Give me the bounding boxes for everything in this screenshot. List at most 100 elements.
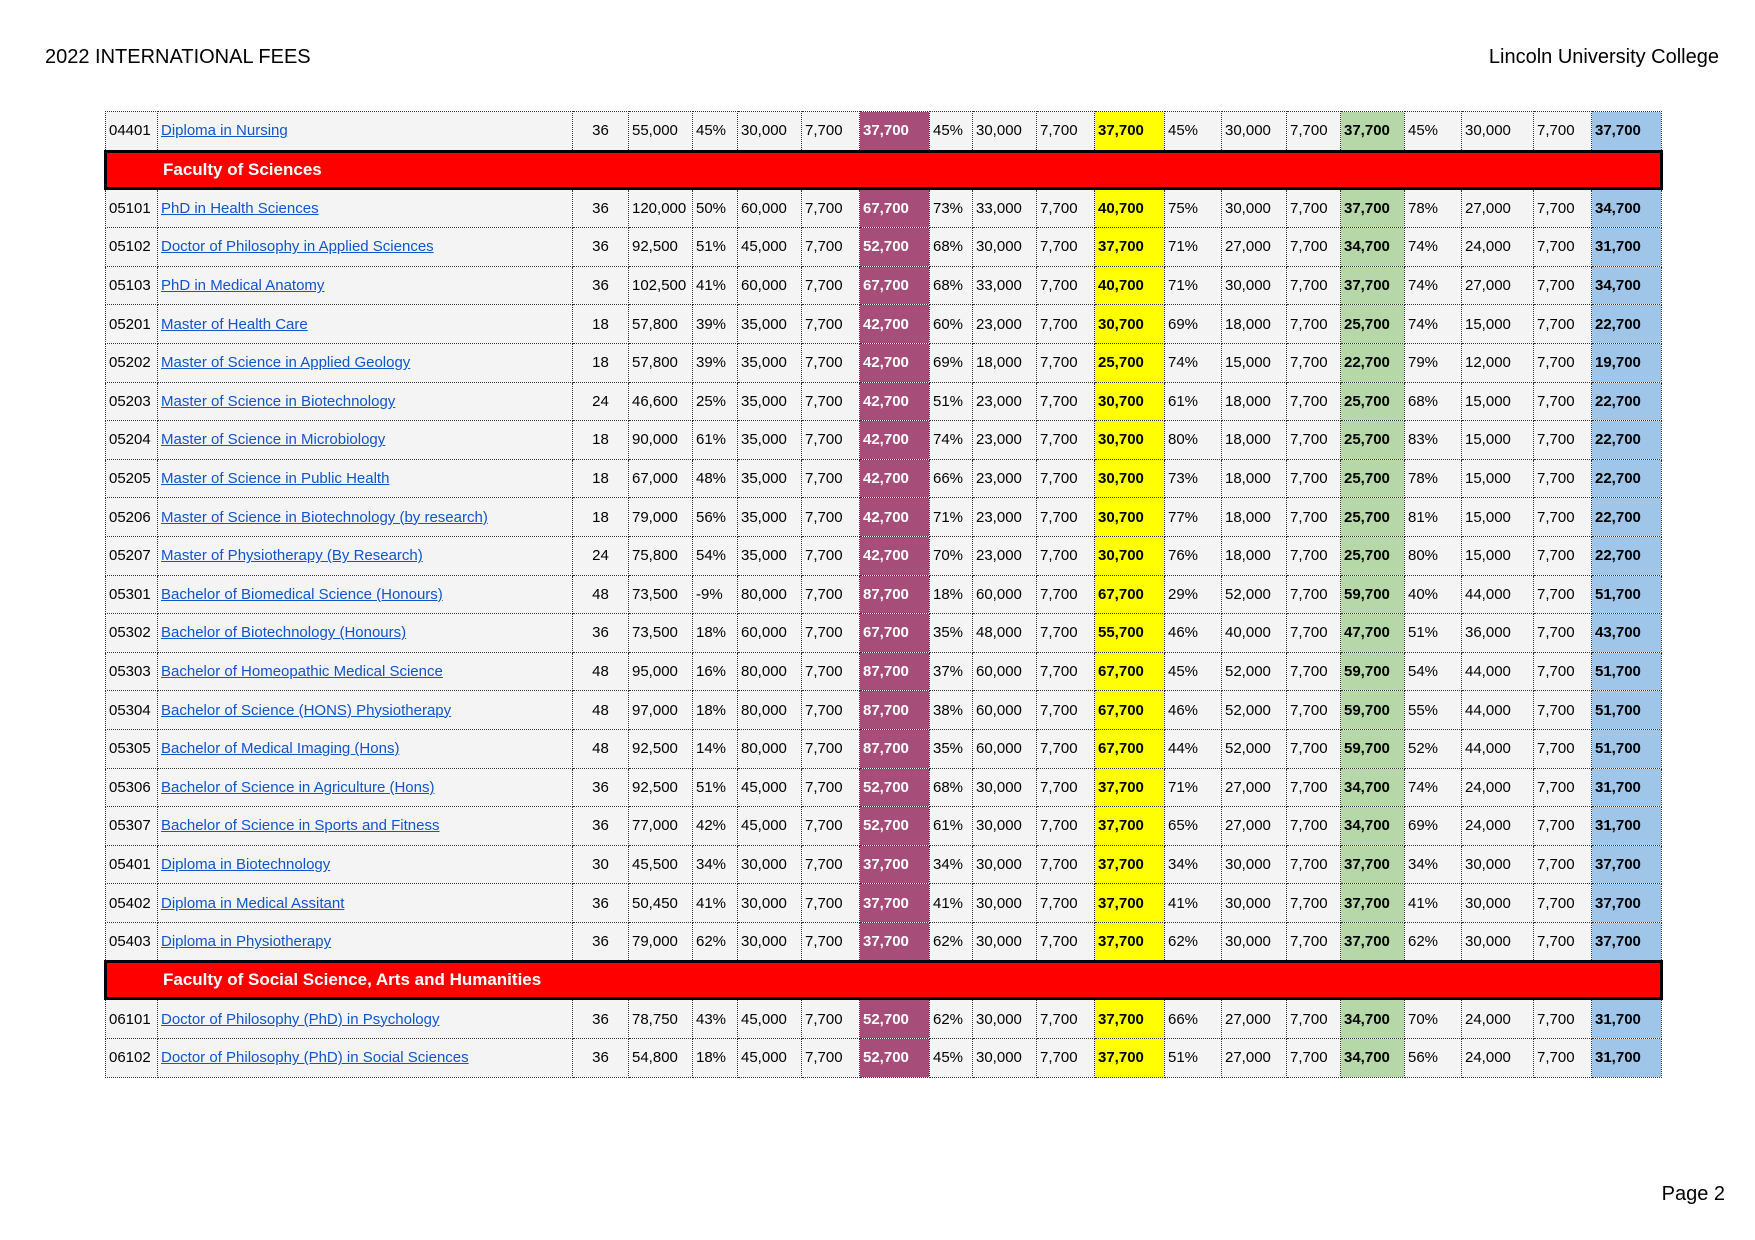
program-code: 05307 [105, 806, 158, 846]
fixed-fee-bachelor: 7,700 [1036, 728, 1095, 769]
fixed-fee-diploma: 7,700 [801, 458, 860, 499]
total-master: 25,700 [1340, 458, 1405, 499]
program-link[interactable]: Master of Science in Biotechnology [161, 393, 395, 410]
discount-diploma: 43% [692, 998, 738, 1040]
discount-bachelor: 74% [929, 420, 973, 460]
discount-master: 66% [1164, 998, 1222, 1040]
program-code: 05202 [105, 342, 158, 383]
duration: 36 [572, 806, 629, 846]
tuition-bachelor: 33,000 [972, 187, 1037, 229]
total-phd: 51,700 [1591, 728, 1662, 769]
program-link[interactable]: Master of Science in Public Health [161, 470, 389, 487]
discount-diploma: 61% [692, 420, 738, 460]
fixed-fee-bachelor: 7,700 [1036, 111, 1095, 152]
program-name: Master of Science in Biotechnology [157, 381, 573, 422]
fixed-fee-phd: 7,700 [1533, 651, 1592, 692]
program-link[interactable]: Diploma in Nursing [161, 122, 288, 139]
table-row: 05301 Bachelor of Biomedical Science (Hon… [105, 574, 1662, 615]
total-bachelor: 30,700 [1094, 381, 1165, 422]
original-fee: 79,000 [628, 497, 693, 537]
tuition-bachelor: 30,000 [972, 844, 1037, 885]
discount-phd: 70% [1404, 998, 1462, 1040]
original-fee: 90,000 [628, 420, 693, 460]
fixed-fee-bachelor: 7,700 [1036, 535, 1095, 576]
discount-bachelor: 66% [929, 458, 973, 499]
tuition-phd: 44,000 [1461, 651, 1534, 692]
program-link[interactable]: Doctor of Philosophy (PhD) in Psychology [161, 1011, 439, 1028]
tuition-phd: 15,000 [1461, 304, 1534, 344]
program-name: PhD in Medical Anatomy [157, 265, 573, 306]
tuition-diploma: 35,000 [737, 304, 802, 344]
program-link[interactable]: Bachelor of Science in Sports and Fitnes… [161, 817, 439, 834]
program-link[interactable]: Master of Science in Biotechnology (by r… [161, 509, 488, 526]
fixed-fee-master: 7,700 [1286, 535, 1341, 576]
program-link[interactable]: Bachelor of Homeopathic Medical Science [161, 663, 443, 680]
tuition-bachelor: 23,000 [972, 535, 1037, 576]
total-diploma: 37,700 [859, 921, 930, 963]
discount-master: 69% [1164, 304, 1222, 344]
discount-master: 34% [1164, 844, 1222, 885]
discount-bachelor: 68% [929, 265, 973, 306]
program-name: Bachelor of Science (HONS) Physiotherapy [157, 690, 573, 730]
program-code: 05204 [105, 420, 158, 460]
fixed-fee-diploma: 7,700 [801, 767, 860, 808]
discount-diploma: 14% [692, 728, 738, 769]
tuition-diploma: 45,000 [737, 806, 802, 846]
program-name: Bachelor of Medical Imaging (Hons) [157, 728, 573, 769]
total-bachelor: 40,700 [1094, 265, 1165, 306]
fixed-fee-bachelor: 7,700 [1036, 342, 1095, 383]
tuition-master: 18,000 [1221, 535, 1287, 576]
discount-bachelor: 70% [929, 535, 973, 576]
program-code: 05102 [105, 227, 158, 267]
program-link[interactable]: Bachelor of Biotechnology (Honours) [161, 624, 406, 641]
discount-diploma: 16% [692, 651, 738, 692]
program-link[interactable]: Diploma in Physiotherapy [161, 933, 331, 950]
table-row: 04401 Diploma in Nursing 36 55,000 45% 30,000… [105, 111, 1662, 152]
table-row: 06102 Doctor of Philosophy (PhD) in Socia… [105, 1038, 1662, 1078]
total-master: 37,700 [1340, 265, 1405, 306]
program-link[interactable]: Bachelor of Science (HONS) Physiotherapy [161, 702, 451, 719]
program-link[interactable]: Diploma in Medical Assitant [161, 895, 344, 912]
program-link[interactable]: Master of Physiotherapy (By Research) [161, 547, 423, 564]
total-bachelor: 30,700 [1094, 535, 1165, 576]
total-diploma: 42,700 [859, 458, 930, 499]
program-link[interactable]: Bachelor of Biomedical Science (Honours) [161, 586, 443, 603]
duration: 18 [572, 342, 629, 383]
program-link[interactable]: Master of Science in Microbiology [161, 431, 385, 448]
discount-master: 45% [1164, 111, 1222, 152]
duration: 48 [572, 574, 629, 615]
fixed-fee-bachelor: 7,700 [1036, 304, 1095, 344]
program-link[interactable]: Diploma in Biotechnology [161, 856, 330, 873]
program-link[interactable]: Doctor of Philosophy (PhD) in Social Sci… [161, 1049, 469, 1066]
program-link[interactable]: Bachelor of Medical Imaging (Hons) [161, 740, 399, 757]
fixed-fee-phd: 7,700 [1533, 342, 1592, 383]
program-link[interactable]: Master of Science in Applied Geology [161, 354, 410, 371]
fixed-fee-phd: 7,700 [1533, 883, 1592, 923]
tuition-phd: 24,000 [1461, 998, 1534, 1040]
fixed-fee-bachelor: 7,700 [1036, 883, 1095, 923]
original-fee: 73,500 [628, 574, 693, 615]
fixed-fee-bachelor: 7,700 [1036, 767, 1095, 808]
discount-master: 44% [1164, 728, 1222, 769]
discount-phd: 41% [1404, 883, 1462, 923]
program-link[interactable]: PhD in Medical Anatomy [161, 277, 324, 294]
discount-diploma: -9% [692, 574, 738, 615]
tuition-master: 52,000 [1221, 728, 1287, 769]
total-master: 59,700 [1340, 690, 1405, 730]
discount-bachelor: 68% [929, 767, 973, 808]
total-phd: 22,700 [1591, 381, 1662, 422]
program-link[interactable]: Bachelor of Science in Agriculture (Hons… [161, 779, 434, 796]
fixed-fee-phd: 7,700 [1533, 690, 1592, 730]
total-bachelor: 37,700 [1094, 921, 1165, 963]
program-link[interactable]: PhD in Health Sciences [161, 200, 319, 217]
tuition-diploma: 35,000 [737, 381, 802, 422]
original-fee: 78,750 [628, 998, 693, 1040]
tuition-diploma: 80,000 [737, 574, 802, 615]
fixed-fee-master: 7,700 [1286, 690, 1341, 730]
discount-phd: 51% [1404, 613, 1462, 653]
program-link[interactable]: Doctor of Philosophy in Applied Sciences [161, 238, 434, 255]
original-fee: 46,600 [628, 381, 693, 422]
total-master: 34,700 [1340, 767, 1405, 808]
program-link[interactable]: Master of Health Care [161, 316, 308, 333]
table-row: 05304 Bachelor of Science (HONS) Physioth… [105, 690, 1662, 730]
